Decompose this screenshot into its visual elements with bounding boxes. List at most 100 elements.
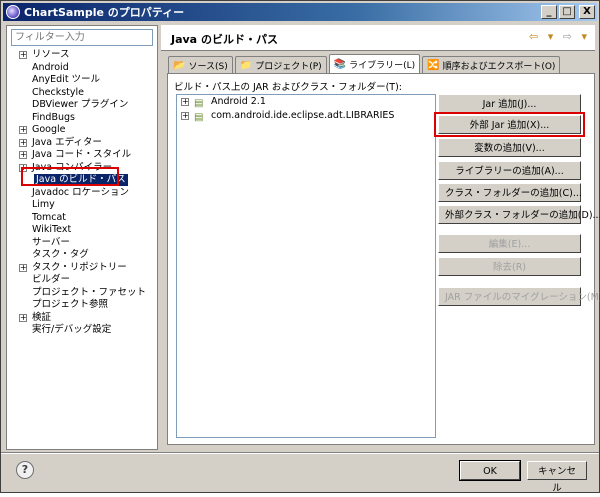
forward-arrow-icon[interactable]: ⇨	[563, 30, 572, 43]
tab-icon: 📚	[333, 58, 347, 70]
expand-icon[interactable]: +	[19, 163, 27, 172]
tab-label: プロジェクト(P)	[255, 61, 322, 72]
expand-icon[interactable]: +	[19, 151, 27, 159]
filter-input[interactable]	[11, 29, 153, 46]
expand-icon[interactable]: +	[19, 126, 27, 134]
tree-item-label: 実行/デバッグ設定	[32, 324, 112, 335]
window-title: ChartSample のプロパティー	[24, 6, 185, 19]
tree-item-label: WikiText	[32, 224, 72, 235]
navigation-arrows: ⇦ ▾ ⇨ ▾	[523, 30, 587, 43]
tree-item[interactable]: タスク・タグ	[7, 249, 157, 261]
tab-label: ソース(S)	[188, 61, 228, 72]
tree-item[interactable]: + Java コード・スタイル	[7, 149, 157, 161]
tree-item-label: タスク・リポジトリー	[32, 261, 127, 273]
maximize-button[interactable]: □	[559, 5, 575, 19]
properties-dialog: ChartSample のプロパティー _ □ X +リソースAndroidAn…	[0, 0, 600, 494]
tree-item[interactable]: Javadoc ロケーション	[7, 187, 157, 199]
add-jar-button[interactable]: Jar 追加(J)...	[438, 94, 581, 113]
page-title: Java のビルド・パス	[171, 33, 278, 46]
tree-item[interactable]: WikiText	[7, 224, 157, 236]
tree-item[interactable]: Java のビルド・パス	[7, 174, 157, 186]
libraries-panel: ビルド・パス上の JAR およびクラス・フォルダー(T): + ▤ Android …	[167, 73, 600, 445]
tree-item[interactable]: DBViewer プラグイン	[7, 99, 157, 111]
tree-item[interactable]: Checkstyle	[7, 87, 157, 99]
tree-item-label: AnyEdit ツール	[32, 74, 101, 85]
cancel-button[interactable]: キャンセル	[527, 461, 587, 494]
minimize-button[interactable]: _	[541, 5, 557, 19]
migrate-jar-button[interactable]: JAR ファイルのマイグレーション(M)...	[438, 287, 600, 306]
libraries-list-label: ビルド・パス上の JAR およびクラス・フォルダー(T):	[174, 82, 403, 93]
tree-item[interactable]: + Google	[7, 124, 157, 136]
tab-3[interactable]: 🔀 順序およびエクスポート(O)	[422, 56, 561, 73]
tree-item-label: リソース	[32, 49, 70, 60]
tab-2[interactable]: 📚 ライブラリー(L)	[328, 54, 421, 73]
tree-item-label: Limy	[32, 199, 55, 210]
tree-item-label: ビルダー	[32, 274, 71, 285]
tree-item[interactable]: FindBugs	[7, 112, 157, 124]
expand-icon[interactable]: +	[181, 98, 189, 106]
category-tree: + リソース Android AnyEdit ツール Checkstyle DBViewe…	[7, 49, 157, 337]
eclipse-icon	[6, 5, 20, 19]
expand-icon[interactable]: +	[181, 112, 189, 120]
tree-item-label: Java エディター	[32, 136, 102, 148]
tree-item-label: Java コンパイラー	[32, 161, 113, 173]
remove-button[interactable]: 除去(R)	[438, 257, 581, 276]
tree-item[interactable]: Android	[7, 62, 157, 74]
tree-item[interactable]: Limy	[7, 199, 157, 211]
tree-item[interactable]: プロジェクト・ファセット	[7, 287, 157, 299]
tree-item[interactable]: サーバー	[7, 237, 157, 249]
back-dropdown-icon[interactable]: ▾	[548, 30, 554, 43]
expand-icon[interactable]: +	[19, 138, 27, 147]
tab-label: ライブラリー(L)	[349, 60, 416, 71]
tree-item[interactable]: 実行/デバッグ設定	[7, 324, 157, 336]
tree-item-label: Java コード・スタイル	[32, 149, 132, 160]
tree-item[interactable]: プロジェクト参照	[7, 299, 157, 311]
tab-icon: 📂	[173, 59, 186, 71]
tree-item-label: サーバー	[32, 236, 70, 248]
back-arrow-icon[interactable]: ⇦	[529, 30, 538, 43]
library-icon: ▤	[194, 112, 204, 123]
expand-icon[interactable]: +	[19, 313, 27, 322]
library-item[interactable]: + ▤ Android 2.1	[177, 95, 435, 109]
view-menu-icon[interactable]: ▾	[581, 30, 587, 43]
library-item[interactable]: + ▤ com.android.ide.eclipse.adt.LIBRARIES	[177, 109, 435, 123]
tree-item-label: 検証	[32, 311, 52, 323]
tree-item[interactable]: + 検証	[7, 312, 157, 324]
edit-button[interactable]: 編集(E)...	[438, 234, 581, 253]
tree-item-label: プロジェクト参照	[32, 299, 109, 310]
tab-0[interactable]: 📂 ソース(S)	[168, 56, 233, 73]
tree-item-label: プロジェクト・ファセット	[32, 286, 147, 298]
ok-button[interactable]: OK	[459, 460, 521, 481]
tab-icon: 📁	[239, 59, 253, 71]
tab-label: 順序およびエクスポート(O)	[442, 61, 556, 72]
tree-item[interactable]: + Java エディター	[7, 137, 157, 149]
tree-item[interactable]: Tomcat	[7, 212, 157, 224]
add-class-folder-button[interactable]: クラス・フォルダーの追加(C)...	[438, 183, 582, 202]
tree-item[interactable]: + Java コンパイラー	[7, 162, 157, 174]
tree-item[interactable]: AnyEdit ツール	[7, 74, 157, 86]
libraries-tree[interactable]: + ▤ Android 2.1 + ▤ com.android.ide.eclipse.a…	[176, 94, 436, 438]
tree-item-label: タスク・タグ	[32, 249, 89, 260]
tree-item[interactable]: ビルダー	[7, 274, 157, 286]
tree-item[interactable]: + タスク・リポジトリー	[7, 262, 157, 274]
expand-icon[interactable]: +	[19, 263, 27, 272]
page-header: Java のビルド・パス ⇦ ▾ ⇨ ▾	[161, 25, 595, 51]
library-label: com.android.ide.eclipse.adt.LIBRARIES	[211, 110, 395, 121]
footer-separator	[1, 452, 599, 454]
tab-strip: 📂 ソース(S) 📁 プロジェクト(P) 📚 ライブラリー(L) 🔀 順序およびエクスポート(…	[168, 54, 562, 73]
tab-1[interactable]: 📁 プロジェクト(P)	[234, 56, 327, 73]
tree-item-label: Android	[32, 61, 69, 73]
library-label: Android 2.1	[211, 96, 266, 107]
add-variable-button[interactable]: 変数の追加(V)...	[438, 138, 581, 157]
tree-item-label: FindBugs	[32, 111, 75, 123]
tree-item-label: Google	[32, 124, 66, 135]
add-external-class-folder-button[interactable]: 外部クラス・フォルダーの追加(D)...	[438, 205, 600, 224]
tree-item-label: Java のビルド・パス	[34, 174, 128, 186]
expand-icon[interactable]: +	[19, 51, 27, 59]
add-external-jar-button[interactable]: 外部 Jar 追加(X)...	[438, 115, 581, 134]
tree-item-label: DBViewer プラグイン	[32, 99, 129, 110]
help-icon[interactable]: ?	[16, 461, 34, 479]
add-library-button[interactable]: ライブラリーの追加(A)...	[438, 161, 581, 180]
tree-item[interactable]: + リソース	[7, 49, 157, 61]
close-button[interactable]: X	[579, 5, 595, 19]
